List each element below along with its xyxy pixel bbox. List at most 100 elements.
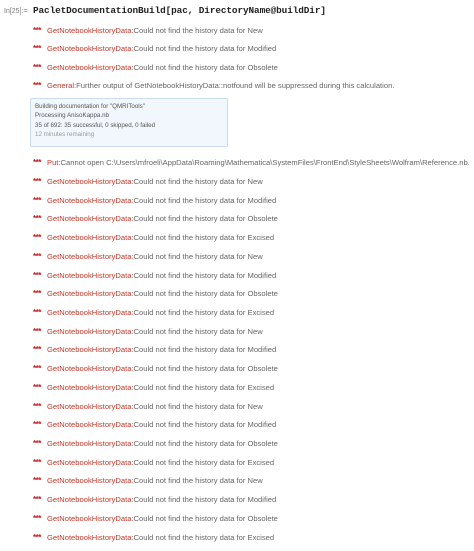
error-marker-icon: *** — [33, 383, 41, 392]
message-text: Could not find the history data for New — [133, 476, 263, 485]
message-name-link[interactable]: GetNotebookHistoryData: — [47, 438, 134, 450]
message-text: Could not find the history data for Modi… — [133, 495, 277, 504]
message-text: Could not find the history data for Modi… — [133, 345, 277, 354]
progress-count: 35 of 692: 35 successful, 0 skipped, 0 f… — [35, 121, 156, 129]
message-row: *** GetNotebookHistoryData: Could not fi… — [33, 419, 276, 431]
message-name-link[interactable]: GetNotebookHistoryData: — [47, 25, 134, 37]
message-name-link[interactable]: GetNotebookHistoryData: — [47, 326, 134, 338]
error-marker-icon: *** — [33, 63, 41, 72]
error-marker-icon: *** — [33, 271, 41, 280]
progress-title: Building documentation for "QMRITools" — [35, 103, 145, 110]
input-cell-label: In[25]:= — [4, 8, 28, 15]
progress-current-file: Processing AnisoKappa.nb — [35, 112, 109, 120]
message-row: *** Put: Cannot open C:\Users\mfroeli\Ap… — [33, 157, 470, 169]
error-marker-icon: *** — [33, 289, 41, 298]
message-name-link[interactable]: GetNotebookHistoryData: — [47, 43, 134, 55]
message-name-link[interactable]: GetNotebookHistoryData: — [47, 457, 134, 469]
message-text: Could not find the history data for Obso… — [133, 364, 278, 373]
message-name-link[interactable]: GetNotebookHistoryData: — [47, 363, 134, 375]
message-name-link[interactable]: GetNotebookHistoryData: — [47, 213, 134, 225]
message-row: *** GetNotebookHistoryData: Could not fi… — [33, 326, 263, 338]
message-text: Could not find the history data for Modi… — [133, 420, 277, 429]
message-text: Could not find the history data for New — [133, 177, 263, 186]
message-name-link[interactable]: GetNotebookHistoryData: — [47, 232, 134, 244]
progress-panel: Building documentation for "QMRITools" P… — [30, 98, 228, 147]
message-row: *** GetNotebookHistoryData: Could not fi… — [33, 382, 274, 394]
error-marker-icon: *** — [33, 252, 41, 261]
message-row: *** GetNotebookHistoryData: Could not fi… — [33, 401, 263, 413]
message-row: *** General: Further output of GetNotebo… — [33, 80, 394, 92]
message-name-link[interactable]: GetNotebookHistoryData: — [47, 307, 134, 319]
message-row: *** GetNotebookHistoryData: Could not fi… — [33, 25, 263, 37]
message-name-link[interactable]: GetNotebookHistoryData: — [47, 475, 134, 487]
message-row: *** GetNotebookHistoryData: Could not fi… — [33, 438, 278, 450]
message-row: *** GetNotebookHistoryData: Could not fi… — [33, 457, 274, 469]
error-marker-icon: *** — [33, 458, 41, 467]
message-row: *** GetNotebookHistoryData: Could not fi… — [33, 475, 263, 487]
error-marker-icon: *** — [33, 533, 41, 542]
input-cell-code[interactable]: PacletDocumentationBuild[pac, DirectoryN… — [33, 5, 326, 16]
message-row: *** GetNotebookHistoryData: Could not fi… — [33, 532, 274, 544]
message-text: Could not find the history data for Modi… — [133, 271, 277, 280]
message-text: Further output of GetNotebookHistoryData… — [76, 81, 395, 90]
message-name-link[interactable]: GetNotebookHistoryData: — [47, 419, 134, 431]
error-marker-icon: *** — [33, 364, 41, 373]
error-marker-icon: *** — [33, 476, 41, 485]
message-row: *** GetNotebookHistoryData: Could not fi… — [33, 344, 276, 356]
error-marker-icon: *** — [33, 196, 41, 205]
message-text: Could not find the history data for Exci… — [133, 458, 275, 467]
error-marker-icon: *** — [33, 158, 41, 167]
message-text: Could not find the history data for Modi… — [133, 44, 277, 53]
error-marker-icon: *** — [33, 495, 41, 504]
message-row: *** GetNotebookHistoryData: Could not fi… — [33, 176, 263, 188]
error-marker-icon: *** — [33, 44, 41, 53]
error-marker-icon: *** — [33, 514, 41, 523]
error-marker-icon: *** — [33, 177, 41, 186]
error-marker-icon: *** — [33, 402, 41, 411]
error-marker-icon: *** — [33, 233, 41, 242]
message-text: Could not find the history data for Obso… — [133, 439, 278, 448]
message-row: *** GetNotebookHistoryData: Could not fi… — [33, 43, 276, 55]
message-name-link[interactable]: GetNotebookHistoryData: — [47, 401, 134, 413]
message-text: Could not find the history data for Obso… — [133, 214, 278, 223]
message-name-link[interactable]: GetNotebookHistoryData: — [47, 195, 134, 207]
error-marker-icon: *** — [33, 81, 41, 90]
message-row: *** GetNotebookHistoryData: Could not fi… — [33, 363, 278, 375]
message-row: *** GetNotebookHistoryData: Could not fi… — [33, 232, 274, 244]
error-marker-icon: *** — [33, 345, 41, 354]
message-name-link[interactable]: GetNotebookHistoryData: — [47, 344, 134, 356]
message-name-link[interactable]: GetNotebookHistoryData: — [47, 288, 134, 300]
message-text: Could not find the history data for Modi… — [133, 196, 277, 205]
message-name-link[interactable]: GetNotebookHistoryData: — [47, 382, 134, 394]
message-text: Could not find the history data for Exci… — [133, 233, 275, 242]
error-marker-icon: *** — [33, 214, 41, 223]
message-row: *** GetNotebookHistoryData: Could not fi… — [33, 494, 276, 506]
message-name-link[interactable]: Put: — [47, 157, 61, 169]
message-row: *** GetNotebookHistoryData: Could not fi… — [33, 513, 278, 525]
error-marker-icon: *** — [33, 327, 41, 336]
message-text: Could not find the history data for Obso… — [133, 63, 278, 72]
message-row: *** GetNotebookHistoryData: Could not fi… — [33, 195, 276, 207]
message-name-link[interactable]: GetNotebookHistoryData: — [47, 176, 134, 188]
error-marker-icon: *** — [33, 308, 41, 317]
message-text: Could not find the history data for Exci… — [133, 383, 275, 392]
error-marker-icon: *** — [33, 26, 41, 35]
message-name-link[interactable]: GetNotebookHistoryData: — [47, 513, 134, 525]
message-name-link[interactable]: GetNotebookHistoryData: — [47, 270, 134, 282]
message-name-link[interactable]: GetNotebookHistoryData: — [47, 62, 134, 74]
message-name-link[interactable]: General: — [47, 80, 76, 92]
message-row: *** GetNotebookHistoryData: Could not fi… — [33, 288, 278, 300]
message-name-link[interactable]: GetNotebookHistoryData: — [47, 532, 134, 544]
message-row: *** GetNotebookHistoryData: Could not fi… — [33, 213, 278, 225]
message-name-link[interactable]: GetNotebookHistoryData: — [47, 251, 134, 263]
progress-time-remaining: 12 minutes remaining — [35, 130, 95, 138]
message-row: *** GetNotebookHistoryData: Could not fi… — [33, 251, 263, 263]
message-text: Cannot open C:\Users\mfroeli\AppData\Roa… — [60, 158, 470, 167]
message-name-link[interactable]: GetNotebookHistoryData: — [47, 494, 134, 506]
message-row: *** GetNotebookHistoryData: Could not fi… — [33, 307, 274, 319]
message-row: *** GetNotebookHistoryData: Could not fi… — [33, 62, 278, 74]
error-marker-icon: *** — [33, 420, 41, 429]
message-text: Could not find the history data for Obso… — [133, 289, 278, 298]
message-row: *** GetNotebookHistoryData: Could not fi… — [33, 270, 276, 282]
error-marker-icon: *** — [33, 439, 41, 448]
